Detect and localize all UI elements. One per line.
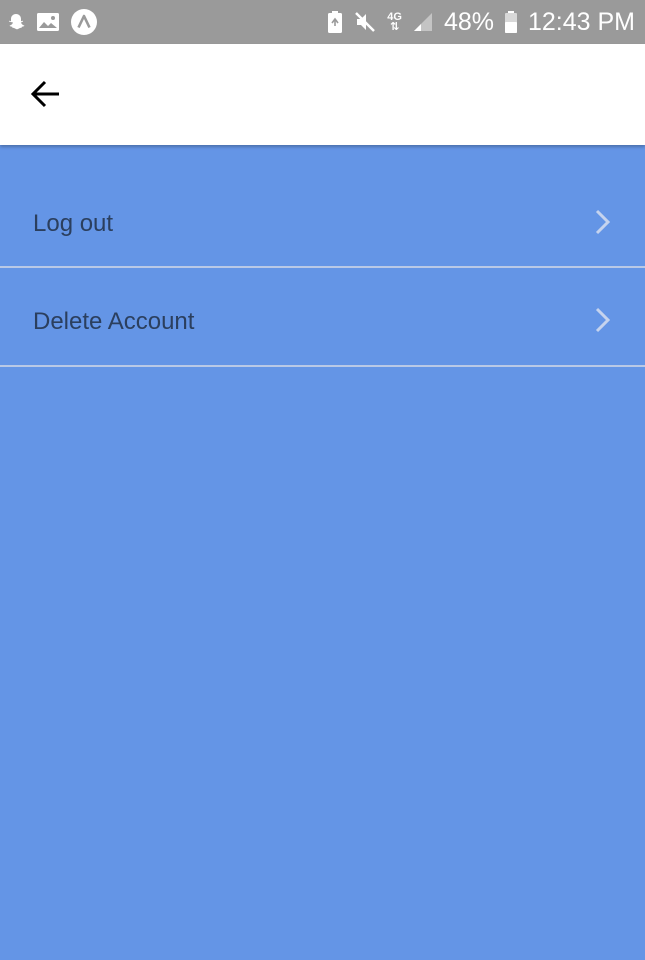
menu-item-label: Delete Account [33,308,195,335]
signal-strength-icon [412,11,434,33]
gallery-image-icon [36,12,60,32]
battery-saver-icon [327,10,343,34]
menu-item-delete-account[interactable]: Delete Account [0,268,645,367]
menu-item-log-out[interactable]: Log out [0,145,645,268]
back-button[interactable] [22,72,70,120]
app-bar [0,44,645,145]
app-logo-icon [70,8,98,36]
clock: 12:43 PM [527,7,635,36]
arrow-left-icon [29,77,63,116]
settings-menu-list: Log out Delete Account [0,145,645,367]
status-bar-system: 4G ⇅ 48% 12:43 PM [327,8,635,37]
menu-item-label: Log out [33,210,114,237]
mute-icon [353,10,377,34]
status-bar: 4G ⇅ 48% 12:43 PM [0,0,645,44]
chevron-right-icon [593,208,613,236]
battery-icon [504,10,518,34]
snapchat-ghost-icon [6,12,26,32]
network-type-indicator: 4G ⇅ [387,12,402,33]
status-bar-notifications [6,8,98,36]
chevron-right-icon [593,306,613,334]
battery-percent: 48% [443,7,494,36]
data-arrows-icon: ⇅ [389,21,400,33]
